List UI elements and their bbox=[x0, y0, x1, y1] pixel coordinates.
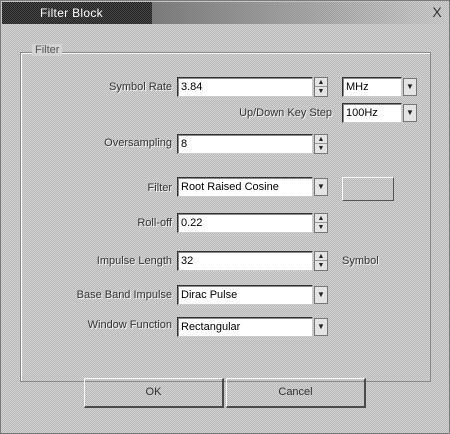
chevron-down-icon: ▼ bbox=[406, 108, 414, 117]
title-bar-fade bbox=[152, 2, 449, 24]
base-band-impulse-select[interactable]: Dirac Pulse bbox=[177, 285, 313, 305]
window-function-dropdown-button[interactable]: ▼ bbox=[314, 318, 328, 336]
symbol-rate-spinner[interactable]: ▲ ▼ bbox=[314, 77, 328, 97]
spin-down-icon[interactable]: ▼ bbox=[315, 261, 327, 270]
unit-dropdown-button[interactable]: ▼ bbox=[403, 78, 417, 96]
title-bar[interactable]: Filter Block X bbox=[2, 2, 449, 24]
impulse-length-spinner[interactable]: ▲ ▼ bbox=[314, 251, 328, 271]
spin-down-icon[interactable]: ▼ bbox=[315, 223, 327, 232]
spin-down-icon[interactable]: ▼ bbox=[315, 87, 327, 96]
key-step-select[interactable]: 100Hz bbox=[342, 103, 402, 123]
symbol-rate-input[interactable]: 3.84 bbox=[177, 77, 313, 97]
close-button[interactable]: X bbox=[429, 4, 445, 20]
symbol-rate-unit-select[interactable]: MHz bbox=[342, 77, 402, 97]
spin-up-icon[interactable]: ▲ bbox=[315, 78, 327, 87]
impulse-length-label: Impulse Length bbox=[96, 255, 172, 267]
key-step-dropdown-button[interactable]: ▼ bbox=[403, 104, 417, 122]
filter-select[interactable]: Root Raised Cosine bbox=[177, 177, 313, 197]
oversampling-label: Oversampling bbox=[104, 137, 172, 149]
filter-settings-button[interactable] bbox=[342, 177, 394, 201]
window-title: Filter Block bbox=[40, 6, 103, 20]
chevron-down-icon: ▼ bbox=[317, 182, 325, 191]
oversampling-input[interactable]: 8 bbox=[177, 134, 313, 154]
chevron-down-icon: ▼ bbox=[317, 290, 325, 299]
filter-group-title: Filter bbox=[32, 44, 63, 56]
filter-dropdown-button[interactable]: ▼ bbox=[314, 178, 328, 196]
dialog-client-area: Filter Symbol Rate 3.84 ▲ ▼ MHz ▼ Up/Dow… bbox=[2, 24, 449, 434]
rolloff-input[interactable]: 0.22 bbox=[177, 213, 313, 233]
close-icon: X bbox=[432, 4, 442, 20]
spin-up-icon[interactable]: ▲ bbox=[315, 252, 327, 261]
key-step-label: Up/Down Key Step bbox=[239, 107, 332, 119]
oversampling-spinner[interactable]: ▲ ▼ bbox=[314, 134, 328, 154]
filter-label: Filter bbox=[147, 182, 172, 194]
impulse-length-unit: Symbol bbox=[342, 255, 379, 267]
spin-up-icon[interactable]: ▲ bbox=[315, 214, 327, 223]
rolloff-spinner[interactable]: ▲ ▼ bbox=[314, 213, 328, 233]
chevron-down-icon: ▼ bbox=[317, 322, 325, 331]
filter-block-dialog: Filter Block X Filter Symbol Rate 3.84 ▲… bbox=[0, 0, 450, 434]
spin-up-icon[interactable]: ▲ bbox=[315, 135, 327, 144]
base-band-impulse-dropdown-button[interactable]: ▼ bbox=[314, 286, 328, 304]
rolloff-label: Roll-off bbox=[137, 217, 172, 229]
cancel-button[interactable]: Cancel bbox=[226, 378, 366, 408]
impulse-length-input[interactable]: 32 bbox=[177, 251, 313, 271]
base-band-impulse-label: Base Band Impulse bbox=[76, 289, 172, 301]
ok-button[interactable]: OK bbox=[84, 378, 224, 408]
spin-down-icon[interactable]: ▼ bbox=[315, 144, 327, 153]
window-function-select[interactable]: Rectangular bbox=[177, 317, 313, 337]
symbol-rate-label: Symbol Rate bbox=[109, 81, 172, 93]
chevron-down-icon: ▼ bbox=[406, 82, 414, 91]
window-function-label: Window Function bbox=[87, 319, 172, 331]
